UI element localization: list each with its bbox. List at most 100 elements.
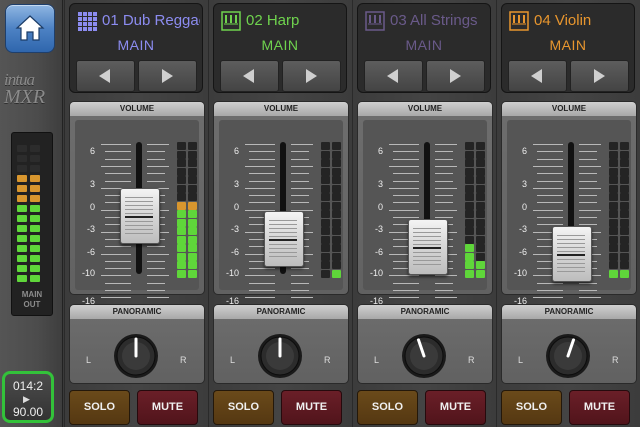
level-led bbox=[620, 167, 629, 176]
track-title-bar[interactable]: 01 Dub Reggae bbox=[70, 4, 202, 38]
track-title-bar[interactable]: 03 All Strings bbox=[358, 4, 490, 38]
level-led bbox=[465, 227, 474, 235]
main-out-led bbox=[30, 165, 40, 172]
volume-tick bbox=[291, 173, 309, 175]
volume-tick bbox=[579, 151, 597, 153]
next-button[interactable] bbox=[282, 60, 341, 92]
main-out-led bbox=[17, 225, 27, 232]
volume-tick bbox=[147, 260, 165, 262]
pan-knob[interactable] bbox=[545, 333, 591, 379]
level-led bbox=[609, 235, 618, 244]
transport-display[interactable]: 014:2 ▶ 90.00 bbox=[2, 371, 54, 423]
fader-grip-line bbox=[125, 197, 153, 199]
level-led bbox=[188, 227, 197, 235]
volume-scale-label: 6 bbox=[377, 146, 383, 156]
prev-button[interactable] bbox=[220, 60, 279, 92]
level-led bbox=[321, 142, 330, 150]
volume-tick bbox=[147, 282, 165, 284]
pan-knob[interactable] bbox=[113, 333, 159, 379]
volume-scale-label: -3 bbox=[374, 224, 383, 234]
solo-button[interactable]: SOLO bbox=[69, 390, 130, 425]
level-meter bbox=[609, 142, 631, 278]
level-led bbox=[476, 176, 485, 184]
volume-scale-label: -10 bbox=[81, 268, 95, 278]
solo-button[interactable]: SOLO bbox=[501, 390, 562, 425]
fader-grip-line bbox=[557, 243, 585, 245]
mute-button[interactable]: MUTE bbox=[569, 390, 630, 425]
level-led bbox=[332, 252, 341, 261]
volume-tick bbox=[579, 297, 601, 299]
track-mode[interactable]: MAIN bbox=[70, 37, 202, 53]
volume-tick bbox=[579, 158, 597, 160]
piano-keys-icon bbox=[509, 11, 529, 31]
level-led bbox=[188, 201, 197, 210]
volume-tick bbox=[579, 180, 597, 182]
volume-tick bbox=[533, 187, 563, 189]
level-led bbox=[476, 252, 485, 261]
level-led bbox=[177, 227, 186, 235]
next-button[interactable] bbox=[138, 60, 197, 92]
volume-fader[interactable] bbox=[120, 188, 160, 245]
track-header[interactable]: 01 Dub Reggae MAIN bbox=[69, 3, 203, 93]
level-led bbox=[321, 235, 330, 244]
track-mode[interactable]: MAIN bbox=[214, 37, 346, 53]
level-led bbox=[465, 261, 474, 269]
level-led bbox=[177, 201, 186, 210]
volume-tick bbox=[537, 195, 563, 197]
volume-tick bbox=[147, 151, 165, 153]
volume-tick bbox=[393, 195, 419, 197]
volume-tick bbox=[389, 297, 419, 299]
volume-tick bbox=[579, 165, 601, 167]
pan-right-label: R bbox=[468, 355, 475, 365]
pan-knob[interactable] bbox=[401, 333, 447, 379]
track-title-bar[interactable]: 04 Violin bbox=[502, 4, 634, 38]
main-out-led bbox=[17, 165, 27, 172]
next-button[interactable] bbox=[426, 60, 485, 92]
track-mode[interactable]: MAIN bbox=[502, 37, 634, 53]
solo-button[interactable]: SOLO bbox=[213, 390, 274, 425]
level-led bbox=[332, 235, 341, 244]
volume-fader[interactable] bbox=[264, 211, 304, 268]
fader-grip-line bbox=[413, 235, 441, 237]
volume-tick bbox=[393, 202, 419, 204]
mute-button[interactable]: MUTE bbox=[137, 390, 198, 425]
prev-button[interactable] bbox=[508, 60, 567, 92]
volume-tick bbox=[249, 180, 275, 182]
panoramic-title: PANORAMIC bbox=[358, 305, 492, 319]
pan-knob[interactable] bbox=[257, 333, 303, 379]
volume-scale-label: 0 bbox=[377, 202, 383, 212]
prev-button[interactable] bbox=[364, 60, 423, 92]
mute-button[interactable]: MUTE bbox=[425, 390, 486, 425]
track-header[interactable]: 03 All Strings MAIN bbox=[357, 3, 491, 93]
solo-button[interactable]: SOLO bbox=[357, 390, 418, 425]
fader-grip-line bbox=[269, 248, 297, 250]
volume-tick bbox=[393, 290, 419, 291]
level-led bbox=[321, 210, 330, 218]
level-led bbox=[332, 218, 341, 227]
level-led bbox=[476, 218, 485, 227]
prev-button[interactable] bbox=[76, 60, 135, 92]
main-out-led bbox=[17, 145, 27, 152]
level-led bbox=[188, 218, 197, 227]
track-header[interactable]: 02 Harp MAIN bbox=[213, 3, 347, 93]
fader-grip-line bbox=[413, 255, 441, 257]
track-title-bar[interactable]: 02 Harp bbox=[214, 4, 346, 38]
volume-tick bbox=[579, 282, 597, 284]
fader-center-line bbox=[413, 246, 441, 249]
pan-right-label: R bbox=[180, 355, 187, 365]
volume-tick bbox=[389, 165, 419, 167]
volume-fader[interactable] bbox=[552, 226, 592, 283]
main-out-label: MAIN OUT bbox=[12, 290, 52, 310]
level-led bbox=[332, 142, 341, 150]
home-button[interactable] bbox=[5, 4, 55, 53]
volume-title: VOLUME bbox=[358, 102, 492, 116]
next-button[interactable] bbox=[570, 60, 629, 92]
volume-tick bbox=[393, 173, 419, 175]
volume-fader[interactable] bbox=[408, 218, 448, 275]
level-led bbox=[609, 193, 618, 201]
track-mode[interactable]: MAIN bbox=[358, 37, 490, 53]
main-out-led bbox=[17, 205, 27, 212]
mute-button[interactable]: MUTE bbox=[281, 390, 342, 425]
arrow-right-icon bbox=[162, 69, 173, 83]
track-header[interactable]: 04 Violin MAIN bbox=[501, 3, 635, 93]
